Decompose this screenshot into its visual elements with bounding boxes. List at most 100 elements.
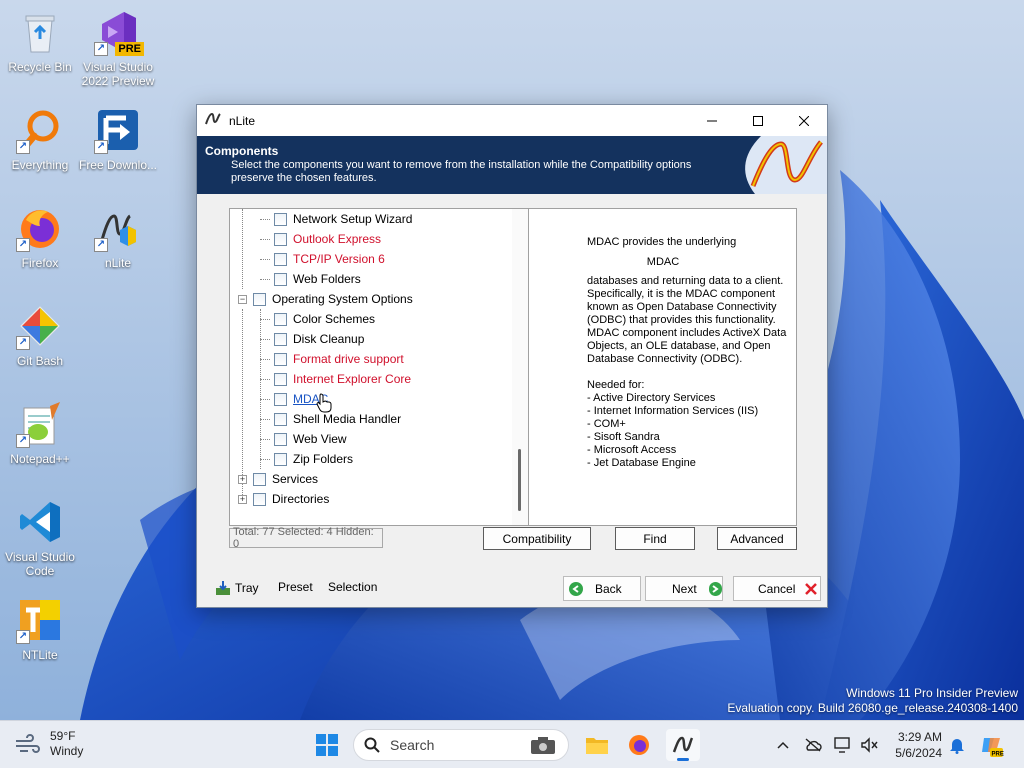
network-status-button[interactable] — [796, 729, 830, 761]
taskbar-firefox[interactable] — [622, 729, 656, 761]
tree-item-internet-explorer-core[interactable]: Internet Explorer Core — [260, 369, 411, 389]
notifications-button[interactable] — [940, 729, 974, 761]
checkbox[interactable] — [274, 252, 287, 266]
selection-button[interactable]: Selection — [328, 580, 377, 594]
shortcut-arrow-icon: ↗ — [94, 238, 108, 252]
expand-icon[interactable]: + — [238, 494, 247, 504]
checkbox[interactable] — [274, 312, 287, 326]
svg-text:PRE: PRE — [992, 752, 1004, 758]
tree-item-operating-system-options[interactable]: − Operating System Options — [238, 289, 413, 309]
tree-guide — [260, 379, 270, 380]
collapse-icon[interactable]: − — [238, 294, 247, 304]
copilot-button[interactable]: PRE — [974, 729, 1008, 761]
wizard-footer: Tray Preset Selection Back Next Cancel — [197, 571, 827, 607]
tree-item-web-view[interactable]: Web View — [260, 429, 347, 449]
minimize-button[interactable] — [689, 105, 735, 136]
components-panel: Network Setup Wizard Outlook Express TCP… — [229, 208, 797, 550]
checkbox[interactable] — [274, 352, 287, 366]
components-tree[interactable]: Network Setup Wizard Outlook Express TCP… — [229, 208, 529, 526]
checkbox[interactable] — [274, 332, 287, 346]
cancel-button[interactable]: Cancel — [733, 576, 821, 601]
desktop-icon-recycle-bin[interactable]: Recycle Bin — [0, 8, 80, 74]
start-button[interactable] — [310, 729, 344, 761]
show-hidden-icons-button[interactable] — [766, 729, 800, 761]
checkbox[interactable] — [274, 212, 287, 226]
desktop-icon-firefox[interactable]: ↗ Firefox — [0, 204, 80, 270]
desktop-icon-visual-studio-2022[interactable]: PRE ↗ Visual Studio 2022 Preview — [78, 8, 158, 88]
description-line: databases and returning data to a client… — [587, 275, 784, 287]
description-component-name: MDAC — [646, 256, 680, 268]
scrollbar-thumb[interactable] — [518, 449, 521, 511]
speaker-muted-icon — [861, 737, 878, 753]
nlite-icon — [672, 736, 694, 753]
checkbox[interactable] — [274, 392, 287, 406]
hand-cursor-icon — [316, 393, 332, 413]
checkbox[interactable] — [274, 452, 287, 466]
description-intro: MDAC provides the underlying — [587, 236, 737, 248]
next-button[interactable]: Next — [645, 576, 723, 601]
desktop-icon-free-download-manager[interactable]: ↗ Free Downlo... — [78, 106, 158, 172]
tree-item-tcpip-version-6[interactable]: TCP/IP Version 6 — [260, 249, 385, 269]
weather-condition: Windy — [50, 744, 84, 758]
tree-item-network-setup-wizard[interactable]: Network Setup Wizard — [260, 209, 412, 229]
checkbox[interactable] — [274, 432, 287, 446]
camera-icon — [531, 737, 555, 754]
checkbox[interactable] — [253, 292, 266, 306]
nlite-banner-logo-icon — [731, 136, 827, 194]
tree-item-label: Network Setup Wizard — [293, 212, 413, 226]
tree-guide — [260, 219, 270, 220]
back-button[interactable]: Back — [563, 576, 641, 601]
weather-widget[interactable]: 59°F Windy — [14, 729, 83, 759]
tree-scrollbar[interactable] — [512, 209, 528, 525]
desktop-icon-ntlite[interactable]: ↗ NTLite — [0, 596, 80, 662]
close-button[interactable] — [781, 105, 827, 136]
needed-for-item: - Sisoft Sandra — [587, 431, 660, 443]
desktop-icon-label: Git Bash — [16, 354, 64, 368]
preset-button[interactable]: Preset — [278, 580, 313, 594]
tree-item-directories[interactable]: + Directories — [238, 489, 329, 509]
desktop-icon-vscode[interactable]: Visual Studio Code — [0, 498, 80, 578]
find-button[interactable]: Find — [615, 527, 695, 550]
description-line: MDAC component includes ActiveX Data — [587, 327, 787, 339]
maximize-button[interactable] — [735, 105, 781, 136]
tree-item-web-folders[interactable]: Web Folders — [260, 269, 361, 289]
wind-icon — [16, 734, 40, 753]
tree-item-zip-folders[interactable]: Zip Folders — [260, 449, 353, 469]
tray-button[interactable]: Tray — [215, 580, 259, 596]
checkbox[interactable] — [253, 472, 266, 486]
desktop-icon-notepad-plus-plus[interactable]: ↗ Notepad++ — [0, 400, 80, 466]
checkbox[interactable] — [274, 272, 287, 286]
checkbox[interactable] — [274, 232, 287, 246]
tree-item-services[interactable]: + Services — [238, 469, 318, 489]
tree-item-disk-cleanup[interactable]: Disk Cleanup — [260, 329, 364, 349]
weather-temp: 59°F — [50, 729, 76, 743]
advanced-button[interactable]: Advanced — [717, 527, 797, 550]
tree-item-format-drive-support[interactable]: Format drive support — [260, 349, 404, 369]
shortcut-arrow-icon: ↗ — [16, 630, 30, 644]
desktop-icon-label: Firefox — [21, 256, 59, 270]
shortcut-arrow-icon: ↗ — [16, 140, 30, 154]
desktop-icon-nlite[interactable]: ↗ nLite — [78, 204, 158, 270]
checkbox[interactable] — [274, 412, 287, 426]
taskbar-nlite[interactable] — [666, 729, 700, 761]
tree-guide — [260, 399, 270, 400]
taskbar-clock[interactable]: 3:29 AM 5/6/2024 — [880, 729, 942, 761]
desktop-icon-git-bash[interactable]: ↗ Git Bash — [0, 302, 80, 368]
tree-item-outlook-express[interactable]: Outlook Express — [260, 229, 381, 249]
checkbox[interactable] — [274, 372, 287, 386]
tree-item-label: Internet Explorer Core — [293, 372, 412, 386]
desktop-icon-label: NTLite — [22, 648, 58, 662]
needed-for-item: - Jet Database Engine — [587, 457, 696, 469]
window-titlebar[interactable]: nLite — [197, 105, 827, 136]
desktop-icon-everything[interactable]: ↗ Everything — [0, 106, 80, 172]
taskbar-file-explorer[interactable] — [580, 729, 614, 761]
expand-icon[interactable]: + — [238, 474, 247, 484]
shortcut-arrow-icon: ↗ — [16, 238, 30, 252]
next-arrow-icon — [708, 581, 722, 596]
taskbar-search[interactable]: Search — [353, 729, 569, 761]
description-line: Specifically, it is the MDAC component — [587, 288, 776, 300]
tree-item-color-schemes[interactable]: Color Schemes — [260, 309, 375, 329]
checkbox[interactable] — [253, 492, 266, 506]
next-label: Next — [672, 581, 697, 596]
compatibility-button[interactable]: Compatibility — [483, 527, 591, 550]
